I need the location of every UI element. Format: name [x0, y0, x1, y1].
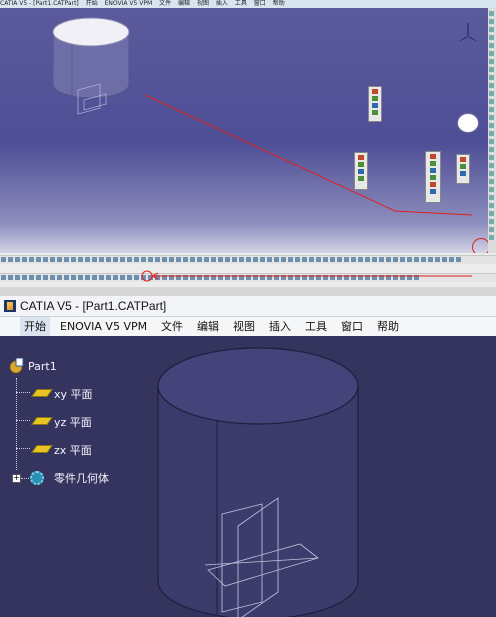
- tree-item-yz-plane[interactable]: yz 平面: [31, 414, 122, 429]
- menu-enovia[interactable]: ENOVIA V5 VPM: [56, 317, 151, 336]
- expand-plus-icon[interactable]: +: [12, 474, 21, 483]
- tree-item-label: xy 平面: [54, 388, 93, 401]
- tree-item-xy-plane[interactable]: xy 平面: [31, 386, 122, 401]
- menu-help[interactable]: 帮助: [373, 317, 403, 336]
- catia-logo-icon: [4, 300, 16, 312]
- menu-start[interactable]: 开始: [20, 317, 50, 336]
- tree-item-label: zx 平面: [54, 444, 92, 457]
- overview-menu-file[interactable]: 文件: [159, 0, 171, 7]
- menu-file[interactable]: 文件: [157, 317, 187, 336]
- window-title-bar: CATIA V5 - [Part1.CATPart]: [0, 296, 496, 317]
- menu-bar: 开始 ENOVIA V5 VPM 文件 编辑 视图 插入 工具 窗口 帮助: [0, 317, 496, 336]
- overview-menu-enovia[interactable]: ENOVIA V5 VPM: [105, 0, 153, 7]
- compass-ball-icon[interactable]: [458, 114, 478, 132]
- overview-menu-insert[interactable]: 插入: [216, 0, 228, 7]
- tree-item-zx-plane[interactable]: zx 平面: [31, 442, 122, 457]
- overview-menu-tools[interactable]: 工具: [235, 0, 247, 7]
- overview-menu-start[interactable]: 开始: [86, 0, 98, 7]
- 3d-viewport[interactable]: Part1 xy 平面 yz 平面 zx 平面 + 零件几何体: [0, 336, 496, 617]
- tree-root-label: Part1: [28, 360, 57, 373]
- right-toolbar[interactable]: [488, 8, 496, 253]
- tree-root-part1[interactable]: Part1: [8, 358, 88, 378]
- overview-title: CATIA V5 - [Part1.CATPart]: [0, 0, 79, 7]
- main-window: CATIA V5 - [Part1.CATPart] 开始 ENOVIA V5 …: [0, 296, 496, 617]
- annotation-arrow: [144, 94, 473, 216]
- overview-menu-window[interactable]: 窗口: [254, 0, 266, 7]
- overview-status-bar: [0, 287, 496, 296]
- overview-menu-help[interactable]: 帮助: [273, 0, 285, 7]
- floating-toolbar-2[interactable]: [354, 152, 368, 190]
- overview-menu-view[interactable]: 视图: [197, 0, 209, 7]
- menu-tools[interactable]: 工具: [301, 317, 331, 336]
- tree-item-label: 零件几何体: [54, 472, 109, 485]
- window-title: CATIA V5 - [Part1.CATPart]: [20, 299, 167, 313]
- plane-icon: [31, 417, 53, 425]
- overview-cylinder[interactable]: [52, 17, 130, 115]
- tree-item-part-body[interactable]: + 零件几何体: [8, 470, 138, 486]
- floating-toolbar-3[interactable]: [425, 151, 441, 203]
- overview-menu-edit[interactable]: 编辑: [178, 0, 190, 7]
- overview-3d-viewport[interactable]: [0, 8, 490, 256]
- part-icon: [9, 358, 24, 374]
- plane-icon: [31, 445, 53, 453]
- cylinder-solid[interactable]: [157, 347, 359, 617]
- menu-view[interactable]: 视图: [229, 317, 259, 336]
- compass-icon[interactable]: [458, 22, 478, 44]
- menu-insert[interactable]: 插入: [265, 317, 295, 336]
- menu-window[interactable]: 窗口: [337, 317, 367, 336]
- body-gear-icon: [30, 471, 44, 485]
- floating-toolbar-1[interactable]: [368, 86, 382, 122]
- menu-edit[interactable]: 编辑: [193, 317, 223, 336]
- overview-scene: [52, 17, 473, 216]
- overview-title-bar: CATIA V5 - [Part1.CATPart] 开始 ENOVIA V5 …: [0, 0, 496, 8]
- overview-screenshot: CATIA V5 - [Part1.CATPart] 开始 ENOVIA V5 …: [0, 0, 496, 296]
- tree-item-label: yz 平面: [54, 416, 92, 429]
- floating-toolbar-4[interactable]: [456, 154, 470, 184]
- plane-icon: [31, 389, 53, 397]
